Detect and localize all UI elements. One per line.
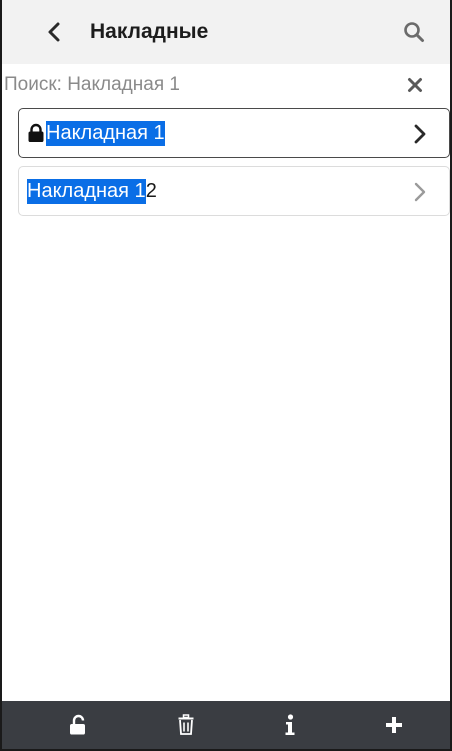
page-title: Накладные <box>90 20 209 43</box>
chevron-right-icon <box>409 122 431 146</box>
unlock-button[interactable] <box>54 701 102 749</box>
chevron-right-icon <box>409 180 431 204</box>
label-rest: 2 <box>145 179 157 202</box>
plus-icon <box>386 717 402 733</box>
clear-search-button[interactable] <box>402 72 428 98</box>
header: Накладные <box>2 0 450 64</box>
search-query: Поиск: Накладная 1 <box>4 74 180 95</box>
app-screen: Накладные Поиск: Накладная 1 Накладная 1… <box>0 0 452 751</box>
highlighted-match: Накладная 1 <box>27 178 146 204</box>
invoice-list: Накладная 1 Накладная 12 <box>18 108 450 224</box>
lock-icon <box>27 123 45 143</box>
highlighted-match: Накладная 1 <box>46 120 165 146</box>
trash-icon <box>178 714 194 735</box>
search-button[interactable] <box>396 14 432 50</box>
info-button[interactable] <box>266 701 314 749</box>
back-button[interactable] <box>38 16 70 48</box>
unlock-icon <box>70 714 85 735</box>
list-item-label: Накладная 1 <box>27 109 165 157</box>
close-icon <box>408 78 422 92</box>
list-item[interactable]: Накладная 1 <box>18 108 450 158</box>
search-icon <box>404 22 424 42</box>
list-item[interactable]: Накладная 12 <box>18 166 450 216</box>
delete-button[interactable] <box>162 701 210 749</box>
info-icon <box>285 714 295 735</box>
add-button[interactable] <box>370 701 418 749</box>
search-bar[interactable]: Поиск: Накладная 1 <box>2 64 450 106</box>
list-item-label: Накладная 12 <box>27 167 157 215</box>
bottom-toolbar <box>2 701 450 749</box>
chevron-left-icon <box>48 22 60 42</box>
